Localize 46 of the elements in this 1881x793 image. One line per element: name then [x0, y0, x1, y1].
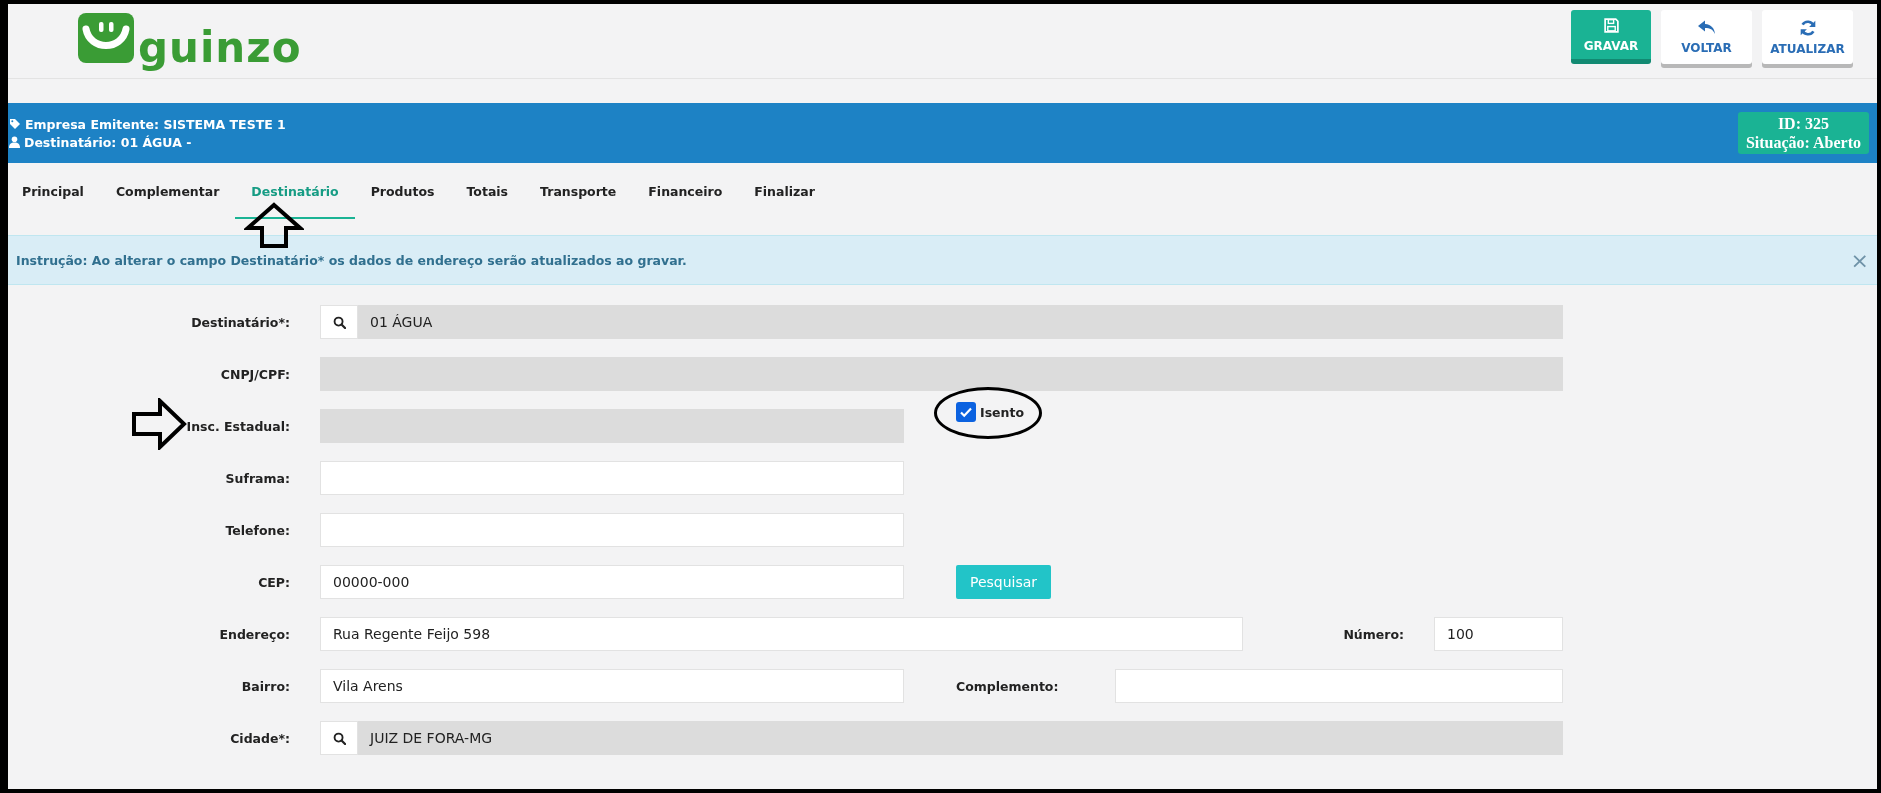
user-icon [9, 136, 20, 148]
lookup-field[interactable]: JUIZ DE FORA-MG [358, 721, 1563, 755]
checkbox-label: Isento [980, 404, 1025, 420]
input-field[interactable]: 00000-000 [320, 565, 904, 599]
field-label: Bairro: [240, 678, 291, 694]
search-button[interactable] [320, 721, 358, 755]
tab[interactable]: Finalizar [738, 174, 831, 219]
tab[interactable]: Complementar [99, 174, 236, 219]
input-field[interactable]: Vila Arens [320, 669, 904, 703]
check-icon [959, 405, 973, 419]
field-label: Endereço: [218, 626, 291, 642]
input-field[interactable] [1115, 669, 1563, 703]
tab[interactable]: Totais [450, 174, 525, 219]
alert-text: Instrução: Ao alterar o campo Destinatário* os dados de endereço serão atualizados ao gravar. [16, 252, 687, 268]
search-icon [332, 315, 346, 329]
field-label: CNPJ/CPF: [219, 366, 291, 382]
tab[interactable]: Produtos [354, 174, 451, 219]
field-label: Suframa: [224, 470, 291, 486]
input-field[interactable]: 100 [1434, 617, 1563, 651]
status-badge: ID: 325 Situação: Aberto [1737, 112, 1869, 154]
tab[interactable]: Financeiro [632, 174, 739, 219]
tab[interactable]: Principal [16, 174, 100, 219]
annotation-arrow-drawing [130, 398, 188, 450]
readonly-field[interactable] [320, 357, 1563, 391]
refresh-icon [1798, 18, 1817, 37]
field-label: Complemento: [956, 678, 1060, 694]
lookup-field[interactable]: 01 ÁGUA [358, 305, 1563, 339]
info-text: Destinatário: 01 ÁGUA - [24, 134, 192, 150]
field-label: Número: [1342, 626, 1405, 642]
logo-text: guinzo [138, 22, 302, 72]
field-label: Telefone: [224, 522, 291, 538]
search-button[interactable] [320, 305, 358, 339]
input-field[interactable] [320, 461, 904, 495]
info-text: Empresa Emitente: SISTEMA TESTE 1 [25, 116, 286, 132]
reply-arrow-icon [1696, 19, 1717, 36]
field-label: Insc. Estadual: [185, 418, 291, 434]
field-label: Destinatário*: [190, 314, 291, 330]
search-icon [332, 731, 346, 745]
tab[interactable]: Transporte [524, 174, 633, 219]
field-label: CEP: [257, 574, 291, 590]
input-field[interactable]: Rua Regente Feijo 598 [320, 617, 1243, 651]
checkbox[interactable] [956, 402, 976, 422]
input-field[interactable] [320, 513, 904, 547]
readonly-field[interactable] [320, 409, 904, 443]
annotation-arrow-drawing [244, 202, 304, 248]
field-label: Cidade*: [229, 730, 291, 746]
